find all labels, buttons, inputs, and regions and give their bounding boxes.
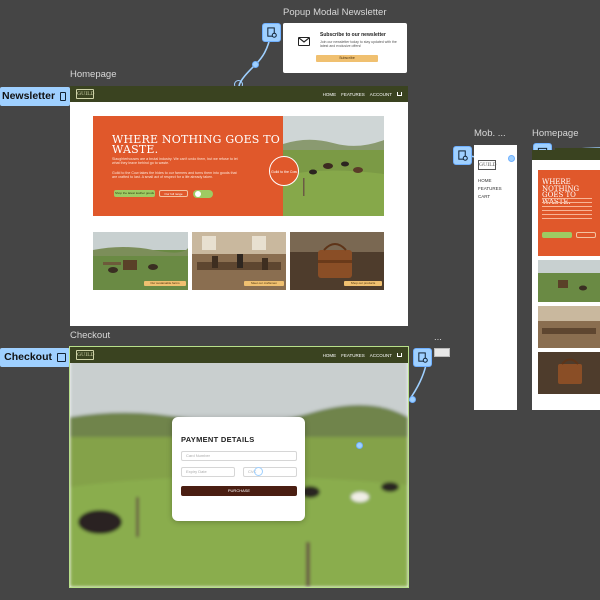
checkout-prototype-icon[interactable] xyxy=(413,348,432,367)
card-number-field[interactable]: Card Number xyxy=(181,451,297,461)
checkout-tag-label: Checkout xyxy=(4,351,52,363)
newsletter-tag[interactable]: Newsletter xyxy=(0,87,70,106)
homepage-mobile-frame[interactable]: WHERE NOTHING GOES TO WASTE. xyxy=(532,150,600,410)
frame-label-homepage[interactable]: Homepage xyxy=(70,69,116,80)
frame-label-homepage-mobile[interactable]: Homepage xyxy=(532,128,578,139)
mobile-photo-products xyxy=(538,352,600,394)
connector-node[interactable] xyxy=(508,155,515,162)
mobile-photo-farms xyxy=(538,260,600,302)
popup-body: Join our newsletter today to stay update… xyxy=(320,40,397,48)
photo-products: Shop our products xyxy=(290,232,384,290)
popup-prototype-icon[interactable] xyxy=(262,23,281,42)
site-logo[interactable]: GUILD xyxy=(76,350,95,360)
frame-icon xyxy=(60,92,66,101)
hero-paragraph-1: Slaughterhouses are a brutal industry. W… xyxy=(112,157,238,166)
site-logo[interactable]: GUILD xyxy=(76,89,95,99)
file-link-icon xyxy=(418,352,428,363)
caption-farms[interactable]: Our sustainable farms xyxy=(144,281,186,286)
mini-thumbnail xyxy=(434,348,450,357)
mobile-logo[interactable]: GUILD xyxy=(478,160,497,170)
frame-icon xyxy=(57,353,66,362)
nav-account[interactable]: ACCOUNT xyxy=(370,92,392,97)
frame-label-checkout[interactable]: Checkout xyxy=(70,330,110,341)
connector-node[interactable] xyxy=(409,396,416,403)
nav-features[interactable]: FEATURES xyxy=(341,353,365,358)
caption-craftsmen[interactable]: Meet our craftsmen xyxy=(244,281,284,286)
frame-more-label[interactable]: ... xyxy=(434,332,442,343)
hero-circle-badge: Guild to the Cow xyxy=(269,156,299,186)
hero-section: WHERE NOTHING GOES TO WASTE. Slaughterho… xyxy=(93,116,384,216)
mobile-nav-home[interactable]: HOME xyxy=(478,178,492,183)
mobile-shop-button[interactable] xyxy=(542,232,572,238)
frame-label-popup[interactable]: Popup Modal Newsletter xyxy=(283,7,387,18)
cvc-field[interactable]: CVC xyxy=(243,467,297,477)
hero-toggle[interactable] xyxy=(193,190,213,198)
connector-node[interactable] xyxy=(252,61,259,68)
expiry-field[interactable]: Expiry Date xyxy=(181,467,235,477)
checkout-tag[interactable]: Checkout xyxy=(0,348,70,367)
connector-start[interactable] xyxy=(254,467,263,476)
mobile-hero: WHERE NOTHING GOES TO WASTE. xyxy=(538,170,600,256)
mobile-hero-text xyxy=(542,198,592,220)
popup-title: Subscribe to our newsletter xyxy=(320,32,386,38)
subscribe-button[interactable]: Subscribe xyxy=(316,55,378,62)
payment-card: PAYMENT DETAILS Card Number Expiry Date … xyxy=(172,417,305,521)
nav-home[interactable]: HOME xyxy=(323,353,337,358)
cart-icon[interactable] xyxy=(397,92,402,96)
mobile-nav-features[interactable]: FEATURES xyxy=(478,186,502,191)
mobile-photo-craftsmen xyxy=(538,306,600,348)
popup-newsletter-frame[interactable]: Subscribe to our newsletter Join our new… xyxy=(283,23,407,73)
photo-craftsmen: Meet our craftsmen xyxy=(192,232,286,290)
shop-leather-button[interactable]: Shop the latest leather goods xyxy=(114,190,155,197)
full-range-button[interactable]: Our full range xyxy=(159,190,188,197)
photo-farms: Our sustainable farms xyxy=(93,232,188,290)
hero-headline: WHERE NOTHING GOES TO WASTE. xyxy=(112,133,280,156)
mobile-range-button[interactable] xyxy=(576,232,596,238)
file-link-icon xyxy=(267,27,277,38)
nav-features[interactable]: FEATURES xyxy=(341,92,365,97)
checkout-navbar: GUILD HOME FEATURES ACCOUNT xyxy=(70,347,408,363)
frame-label-mobile[interactable]: Mob. ... xyxy=(474,128,506,139)
hero-paragraph-2: Guild to the Cow takes the hides to our … xyxy=(112,171,237,180)
nav-account[interactable]: ACCOUNT xyxy=(370,353,392,358)
checkout-frame[interactable]: GUILD HOME FEATURES ACCOUNT PAYMENT DETA… xyxy=(69,346,409,588)
payment-title: PAYMENT DETAILS xyxy=(181,435,255,444)
hero-circle-text: Guild to the Cow xyxy=(271,170,297,174)
mail-icon xyxy=(298,37,310,46)
homepage-mobile-nav-strip xyxy=(555,148,600,152)
connector-node[interactable] xyxy=(356,442,363,449)
nav-home[interactable]: HOME xyxy=(323,92,337,97)
caption-products[interactable]: Shop our products xyxy=(344,281,382,286)
homepage-frame[interactable]: GUILD HOME FEATURES ACCOUNT WHERE NOTHIN… xyxy=(70,86,408,326)
cart-icon[interactable] xyxy=(397,353,402,357)
mobile-menu-frame[interactable]: GUILD HOME FEATURES CART xyxy=(474,145,517,410)
purchase-button[interactable]: PURCHASE xyxy=(181,486,297,496)
newsletter-tag-label: Newsletter xyxy=(2,90,56,102)
file-link-icon xyxy=(458,150,468,161)
mobile-prototype-icon[interactable] xyxy=(453,146,472,165)
homepage-navbar: GUILD HOME FEATURES ACCOUNT xyxy=(70,86,408,102)
mobile-nav-cart[interactable]: CART xyxy=(478,194,490,199)
